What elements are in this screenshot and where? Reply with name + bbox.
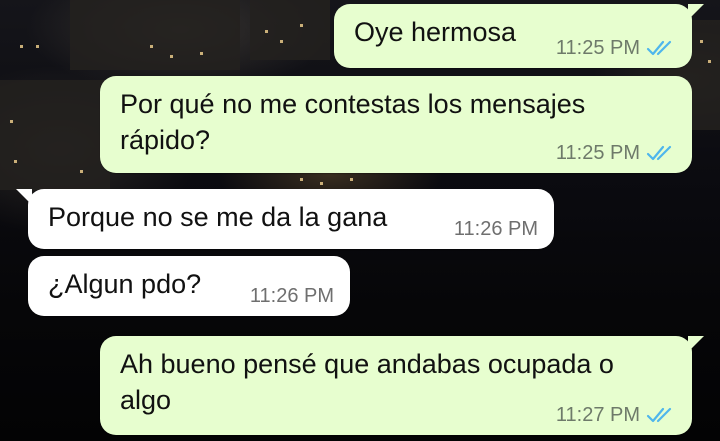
message-time: 11:26 PM <box>453 218 538 240</box>
wallpaper-window-light <box>708 60 711 63</box>
wallpaper-window-light <box>280 40 283 43</box>
wallpaper-window-light <box>14 160 17 163</box>
wallpaper-window-light <box>20 45 23 48</box>
wallpaper-building <box>0 80 110 190</box>
message-time: 11:26 PM <box>249 285 334 307</box>
message-bubble-outgoing[interactable]: Por qué no me contestas los mensajes ráp… <box>100 76 692 173</box>
message-bubble-incoming[interactable]: ¿Algun pdo? 11:26 PM <box>28 256 350 316</box>
message-bubble-outgoing[interactable]: Oye hermosa 11:25 PM <box>334 4 704 68</box>
double-check-read-icon <box>646 407 672 423</box>
wallpaper-building <box>70 0 240 70</box>
bubble-tail <box>688 4 704 20</box>
message-time: 11:27 PM <box>555 404 640 426</box>
wallpaper-window-light <box>200 52 203 55</box>
message-bubble-outgoing[interactable]: Ah bueno pensé que andabas ocupada o alg… <box>100 336 704 435</box>
wallpaper-window-light <box>170 55 173 58</box>
wallpaper-window-light <box>150 45 153 48</box>
bubble-tail <box>16 189 32 205</box>
wallpaper-window-light <box>320 182 323 185</box>
message-meta: 11:25 PM <box>556 36 676 60</box>
wallpaper-window-light <box>36 45 39 48</box>
message-time: 11:25 PM <box>555 37 640 59</box>
message-time: 11:25 PM <box>555 142 640 164</box>
message-text: ¿Algun pdo? <box>48 269 202 299</box>
message-bubble-incoming[interactable]: Porque no se me da la gana 11:26 PM <box>16 189 554 249</box>
wallpaper-window-light <box>350 178 353 181</box>
wallpaper-building <box>250 0 330 60</box>
message-meta: 11:27 PM <box>556 403 676 427</box>
message-meta: 11:26 PM <box>454 217 538 241</box>
wallpaper-window-light <box>265 30 268 33</box>
wallpaper-window-light <box>80 170 83 173</box>
message-text: Ah bueno pensé que andabas ocupada o alg… <box>120 349 614 415</box>
message-text: Oye hermosa <box>354 17 517 47</box>
wallpaper-window-light <box>10 120 13 123</box>
wallpaper-window-light <box>700 40 703 43</box>
wallpaper-window-light <box>300 178 303 181</box>
message-meta: 11:25 PM <box>556 141 676 165</box>
message-text: Porque no se me da la gana <box>48 202 388 232</box>
double-check-read-icon <box>646 40 672 56</box>
message-text: Por qué no me contestas los mensajes ráp… <box>120 89 586 155</box>
double-check-read-icon <box>646 145 672 161</box>
message-meta: 11:26 PM <box>250 284 334 308</box>
bubble-tail <box>688 336 704 352</box>
wallpaper-window-light <box>300 24 303 27</box>
